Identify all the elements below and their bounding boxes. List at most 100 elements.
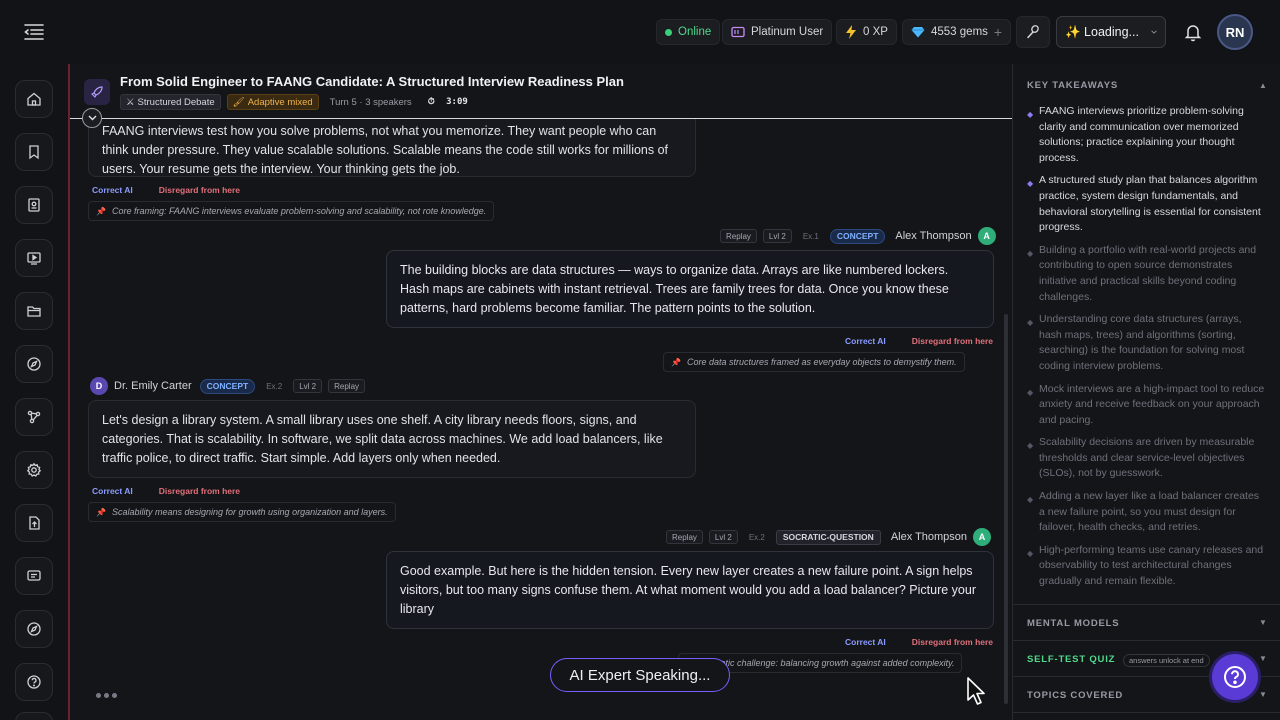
user-avatar[interactable]: RN	[1217, 14, 1253, 50]
chat-scrollbar[interactable]	[1004, 314, 1008, 704]
online-dot-icon	[665, 28, 672, 36]
xp-badge[interactable]: 0 XP	[836, 19, 897, 45]
key-takeaways-header[interactable]: KEY TAKEAWAYS	[1027, 80, 1118, 91]
exchange-label: Ex.2	[266, 381, 283, 391]
sidebar-chat-button[interactable]	[15, 557, 53, 595]
xp-label: 0 XP	[863, 26, 888, 38]
adaptive-tag: 🖌 Adaptive mixed	[226, 94, 319, 110]
disregard-from-here-button[interactable]: Disregard from here	[159, 486, 240, 496]
compass-icon	[27, 357, 41, 371]
online-status-label: Online	[678, 26, 712, 38]
takeaway-item: ◆ Building a portfolio with real-world pr…	[1027, 243, 1265, 305]
microphone-icon	[1027, 25, 1039, 39]
quiz-hint-badge: answers unlock at end	[1123, 654, 1210, 667]
expand-arrow-down-icon[interactable]: ▼	[1259, 618, 1267, 627]
sidebar-help-button[interactable]	[15, 663, 53, 701]
note-text: Core data structures framed as everyday …	[686, 357, 957, 367]
sidebar-more-button[interactable]	[15, 712, 53, 720]
ai-speaking-indicator: AI Expert Speaking...	[550, 658, 730, 692]
sidebar-upload-button[interactable]	[15, 504, 53, 542]
collapse-arrow-up-icon[interactable]: ▲	[1259, 81, 1267, 90]
diamond-bullet-icon: ◆	[1027, 548, 1034, 558]
sidebar-explore-button[interactable]	[15, 345, 53, 383]
message-text: The building blocks are data structures …	[400, 263, 949, 315]
speaker-name: Alex Thompson	[890, 531, 968, 543]
gems-badge[interactable]: 4553 gems +	[902, 19, 1012, 45]
network-icon	[27, 410, 41, 424]
takeaway-item: ◆ Understanding core data structures (arr…	[1027, 312, 1265, 374]
floating-help-button[interactable]	[1212, 654, 1258, 700]
typing-indicator	[96, 693, 117, 698]
message-note: 📌 Scalability means designing for growth…	[88, 502, 396, 522]
replay-button[interactable]: Replay	[328, 379, 366, 393]
message-bubble-speaker: The building blocks are data structures …	[386, 250, 994, 328]
correct-ai-button[interactable]: Correct AI	[845, 336, 886, 346]
chat-area: From Solid Engineer to FAANG Candidate: …	[70, 64, 1012, 720]
speaker-name: Alex Thompson	[895, 230, 972, 242]
model-selector-dropdown[interactable]: ✨ Loading...	[1056, 16, 1166, 48]
session-tags: ⚔ Structured Debate 🖌 Adaptive mixed Turn …	[120, 94, 473, 110]
takeaway-item: ◆ Mock interviews are a high-impact tool …	[1027, 382, 1265, 429]
topics-covered-header[interactable]: TOPICS COVERED	[1027, 690, 1123, 701]
question-circle-icon	[27, 675, 41, 689]
diamond-bullet-icon: ◆	[1027, 441, 1034, 451]
sidebar-bookmarks-button[interactable]	[15, 133, 53, 171]
disregard-from-here-button[interactable]: Disregard from here	[159, 185, 240, 195]
disregard-from-here-button[interactable]: Disregard from here	[912, 637, 993, 647]
user-avatar-initials: RN	[1225, 24, 1245, 40]
correct-ai-button[interactable]: Correct AI	[845, 637, 886, 647]
compass-outline-icon	[27, 622, 41, 636]
sidebar-discover-button[interactable]	[15, 610, 53, 648]
note-text: Scalability means designing for growth u…	[111, 507, 388, 517]
sidebar-folder-button[interactable]	[15, 292, 53, 330]
disregard-from-here-button[interactable]: Disregard from here	[912, 336, 993, 346]
microphone-button[interactable]	[1016, 16, 1050, 48]
takeaway-text: Understanding core data structures (arra…	[1039, 313, 1245, 372]
self-test-quiz-header[interactable]: SELF-TEST QUIZ	[1027, 654, 1115, 665]
sidebar-settings-button[interactable]	[15, 451, 53, 489]
mouse-cursor-icon	[966, 676, 988, 706]
takeaway-item: ◆ Adding a new layer like a load balancer…	[1027, 489, 1265, 536]
correct-ai-button[interactable]: Correct AI	[92, 486, 133, 496]
add-gems-button[interactable]: +	[994, 24, 1002, 40]
mode-tag: ⚔ Structured Debate	[120, 94, 221, 110]
menu-toggle-icon[interactable]	[22, 20, 46, 44]
plan-badge[interactable]: Platinum User	[722, 19, 833, 45]
chat-icon	[27, 570, 41, 581]
speaker-avatar: D	[90, 377, 108, 395]
collapse-header-button[interactable]	[82, 108, 102, 128]
mental-models-header[interactable]: MENTAL MODELS	[1027, 618, 1119, 629]
mode-label: Structured Debate	[137, 96, 215, 108]
card-icon	[731, 26, 745, 38]
diamond-bullet-icon: ◆	[1027, 387, 1034, 397]
question-circle-icon	[1224, 666, 1246, 688]
rocket-icon	[91, 86, 103, 98]
replay-button[interactable]: Replay	[666, 530, 703, 544]
notifications-bell-icon[interactable]	[1183, 22, 1203, 42]
message-actions: Correct AI Disregard from here	[92, 185, 240, 195]
correct-ai-button[interactable]: Correct AI	[92, 185, 133, 195]
expand-arrow-down-icon[interactable]: ▼	[1259, 654, 1267, 663]
message-text: Good example. But here is the hidden ten…	[400, 564, 977, 616]
section-divider	[1013, 640, 1280, 641]
sidebar-video-button[interactable]	[15, 239, 53, 277]
message-actions: Correct AI Disregard from here	[845, 336, 993, 346]
expand-arrow-down-icon[interactable]: ▼	[1259, 690, 1267, 699]
takeaway-text: Building a portfolio with real-world pro…	[1039, 243, 1257, 303]
replay-button[interactable]: Replay	[720, 229, 757, 243]
speaker-avatar: A	[973, 528, 992, 546]
timer-value: 3:09	[446, 97, 468, 107]
speaker-name: Dr. Emily Carter	[114, 380, 192, 392]
sidebar-home-button[interactable]	[15, 80, 53, 118]
diamond-icon	[911, 27, 925, 38]
concept-badge: CONCEPT	[199, 378, 256, 394]
message-meta: Replay Lvl 2 Ex.2 SOCRATIC-QUESTION Alex…	[666, 528, 992, 546]
message-note: 📌 Core framing: FAANG interviews evaluat…	[88, 201, 495, 221]
level-badge: Lvl 2	[293, 379, 323, 393]
session-icon	[84, 79, 110, 105]
message-bubble-speaker: Let's design a library system. A small l…	[88, 400, 696, 478]
home-icon	[27, 92, 41, 106]
sidebar-library-button[interactable]	[15, 186, 53, 224]
sidebar-network-button[interactable]	[15, 398, 53, 436]
takeaway-item: ◆ Scalability decisions are driven by mea…	[1027, 435, 1265, 482]
